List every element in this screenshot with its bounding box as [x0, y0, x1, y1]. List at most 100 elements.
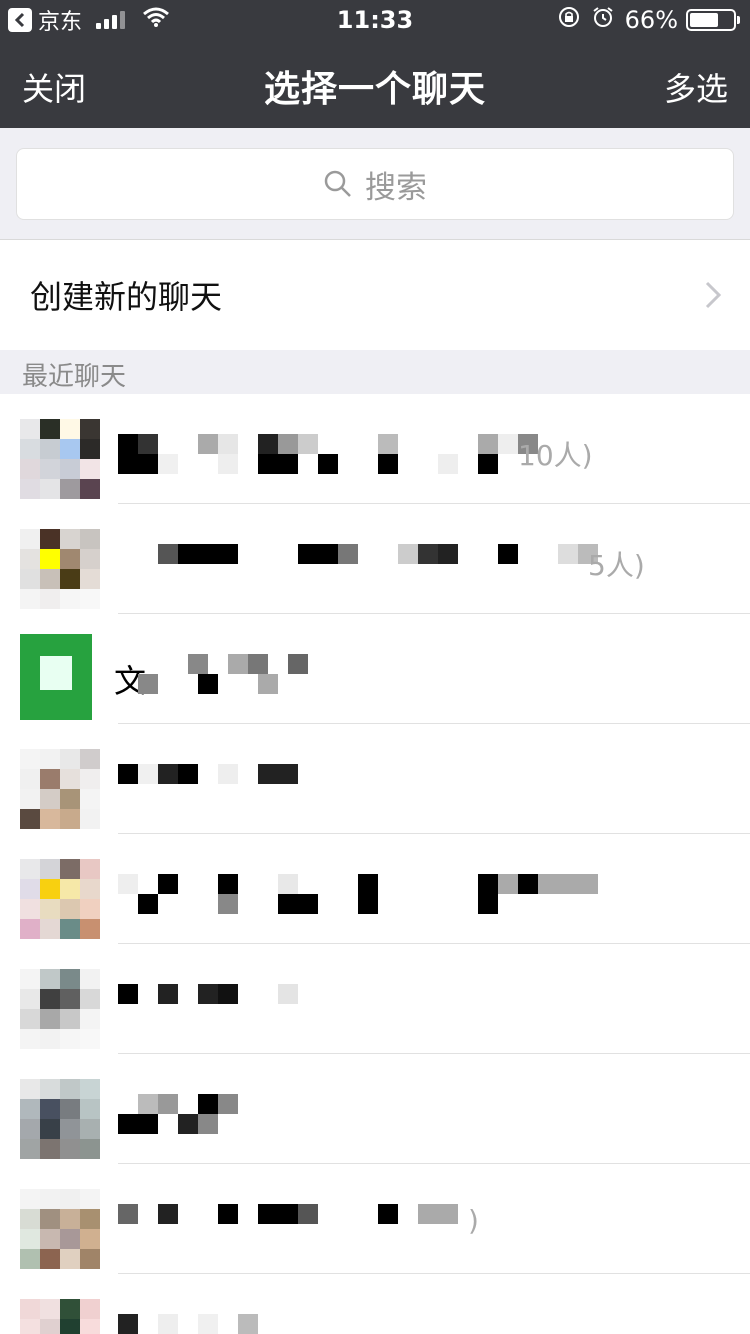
- redacted-block: [278, 434, 298, 454]
- redacted-block: [138, 1114, 158, 1134]
- search-input[interactable]: 搜索: [16, 148, 734, 220]
- battery-percent: 66%: [624, 6, 678, 34]
- redacted-block: [578, 874, 598, 894]
- chat-name: 5人): [118, 542, 718, 582]
- redacted-block: [138, 764, 158, 784]
- nav-bar: 关闭 选择一个聊天 多选: [0, 40, 750, 128]
- avatar: [20, 859, 100, 939]
- redacted-block: [118, 764, 138, 784]
- redacted-block: [538, 874, 558, 894]
- chat-list: 10人) 5人) 文): [0, 394, 750, 1334]
- battery-icon: [686, 9, 740, 31]
- redacted-block: [198, 1314, 218, 1334]
- recent-chats-label: 最近聊天: [22, 362, 127, 392]
- redacted-block: [478, 434, 498, 454]
- alarm-icon: [591, 5, 615, 35]
- redacted-block: [218, 1204, 238, 1224]
- redacted-block: [438, 544, 458, 564]
- member-count: 10人): [518, 439, 593, 472]
- redacted-block: [218, 874, 238, 894]
- redacted-block: [138, 434, 158, 454]
- create-new-chat-row[interactable]: 创建新的聊天: [0, 240, 750, 350]
- chat-row[interactable]: [0, 834, 750, 944]
- redacted-block: [478, 874, 498, 894]
- redacted-block: [498, 434, 518, 454]
- redacted-block: [138, 1094, 158, 1114]
- chat-row[interactable]: ): [0, 1164, 750, 1274]
- member-count: ): [468, 1204, 479, 1237]
- search-icon: [324, 170, 351, 197]
- redacted-block: [278, 454, 298, 474]
- status-bar: 京东 11:33 66%: [0, 0, 750, 40]
- search-area: 搜索: [0, 128, 750, 240]
- chat-name: [118, 982, 718, 1022]
- redacted-block: [158, 1094, 178, 1114]
- redacted-block: [258, 674, 278, 694]
- avatar: [20, 969, 100, 1049]
- redacted-block: [298, 434, 318, 454]
- redacted-block: [218, 434, 238, 454]
- redacted-block: [118, 434, 138, 454]
- redacted-block: [498, 544, 518, 564]
- redacted-block: [158, 454, 178, 474]
- redacted-block: [158, 1204, 178, 1224]
- redacted-block: [358, 894, 378, 914]
- chat-row[interactable]: 文: [0, 614, 750, 724]
- chat-row[interactable]: 5人): [0, 504, 750, 614]
- chat-row[interactable]: [0, 944, 750, 1054]
- redacted-block: [258, 764, 278, 784]
- redacted-block: [158, 874, 178, 894]
- redacted-block: [278, 984, 298, 1004]
- redacted-block: [218, 894, 238, 914]
- redacted-block: [298, 894, 318, 914]
- redacted-block: [178, 764, 198, 784]
- redacted-block: [278, 1204, 298, 1224]
- multi-select-button[interactable]: 多选: [664, 64, 728, 110]
- redacted-block: [278, 764, 298, 784]
- redacted-block: [378, 454, 398, 474]
- redacted-block: [278, 894, 298, 914]
- redacted-block: [198, 674, 218, 694]
- chat-row[interactable]: [0, 724, 750, 834]
- redacted-block: [218, 1094, 238, 1114]
- redacted-block: [418, 1204, 438, 1224]
- rotation-lock-icon: [557, 5, 581, 35]
- redacted-block: [218, 984, 238, 1004]
- redacted-block: [278, 874, 298, 894]
- redacted-block: [138, 454, 158, 474]
- redacted-block: [378, 1204, 398, 1224]
- status-right: 66%: [557, 5, 740, 35]
- redacted-block: [558, 874, 578, 894]
- redacted-block: [118, 454, 138, 474]
- redacted-block: [318, 454, 338, 474]
- redacted-block: [198, 544, 218, 564]
- redacted-block: [218, 454, 238, 474]
- chat-row[interactable]: 10人): [0, 394, 750, 504]
- search-placeholder: 搜索: [365, 169, 427, 206]
- chat-row[interactable]: [0, 1054, 750, 1164]
- chat-row[interactable]: [0, 1274, 750, 1334]
- member-count: 5人): [588, 549, 645, 582]
- redacted-block: [318, 544, 338, 564]
- redacted-block: [158, 1314, 178, 1334]
- redacted-block: [478, 454, 498, 474]
- redacted-block: [258, 1204, 278, 1224]
- chat-name: 10人): [118, 432, 718, 474]
- chat-name: 文: [114, 652, 718, 700]
- redacted-block: [498, 874, 518, 894]
- redacted-block: [518, 874, 538, 894]
- redacted-block: [198, 1114, 218, 1134]
- chat-name: ): [118, 1202, 718, 1242]
- redacted-block: [298, 544, 318, 564]
- redacted-block: [218, 544, 238, 564]
- redacted-block: [258, 454, 278, 474]
- redacted-block: [118, 1114, 138, 1134]
- redacted-block: [438, 1204, 458, 1224]
- chat-name: [118, 1312, 718, 1334]
- redacted-block: [118, 984, 138, 1004]
- redacted-block: [158, 544, 178, 564]
- top-bar: 京东 11:33 66% 关闭 选择一个聊天 多选: [0, 0, 750, 128]
- battery-fill: [690, 13, 718, 27]
- chat-name: [118, 1092, 718, 1134]
- avatar: [20, 749, 100, 829]
